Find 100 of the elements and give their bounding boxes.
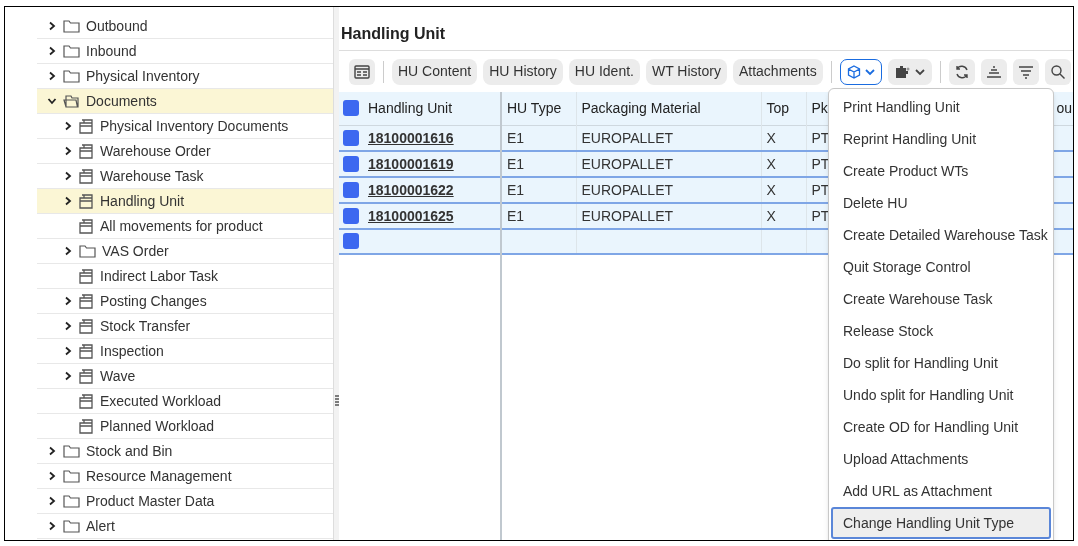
sort-button[interactable]	[980, 58, 1007, 85]
menu-item[interactable]: Change Handling Unit Type	[831, 507, 1051, 539]
tray-icon	[79, 143, 94, 159]
folder-icon	[63, 19, 80, 33]
puzzle-menu-button[interactable]	[887, 58, 932, 85]
sort-icon	[985, 64, 1002, 79]
column-header[interactable]: Top	[766, 100, 790, 117]
tray-icon	[79, 118, 94, 134]
row-selector[interactable]	[343, 100, 359, 117]
tray-icon	[79, 268, 94, 284]
chevron-right-icon[interactable]	[63, 146, 73, 156]
chevron-right-icon[interactable]	[63, 346, 73, 356]
column-header[interactable]: HU Type	[507, 100, 562, 117]
chevron-right-icon[interactable]	[63, 321, 73, 331]
tray-icon	[79, 393, 94, 409]
layout-icon	[354, 64, 370, 79]
menu-item[interactable]: Create OD for Handling Unit	[831, 411, 1051, 443]
handling-unit-link[interactable]: 18100001616	[368, 129, 454, 146]
table-cell: E1	[507, 207, 525, 224]
chevron-right-icon[interactable]	[47, 471, 57, 481]
filter-button[interactable]	[1012, 58, 1039, 85]
menu-item[interactable]: Undo split for Handling Unit	[831, 379, 1051, 411]
chevron-right-icon[interactable]	[63, 371, 73, 381]
table-cell: E1	[507, 155, 525, 172]
table-cell: PT	[811, 129, 830, 146]
chevron-right-icon[interactable]	[47, 21, 57, 31]
column-header[interactable]: Pk	[811, 100, 828, 117]
toolbar-button[interactable]: WT History	[645, 58, 727, 85]
table-cell: PT	[811, 207, 830, 224]
caret-icon	[864, 67, 875, 76]
tree-item[interactable]: Documents	[37, 89, 333, 114]
folder-icon	[63, 69, 80, 83]
toolbar-button[interactable]: HU History	[483, 58, 563, 85]
caret-icon	[914, 67, 925, 76]
chevron-right-icon[interactable]	[47, 46, 57, 56]
handling-unit-link[interactable]: 18100001625	[368, 207, 454, 224]
puzzle-icon	[894, 64, 911, 79]
chevron-right-icon[interactable]	[63, 196, 73, 206]
folder-icon	[63, 519, 80, 533]
filter-icon	[1017, 64, 1034, 79]
chevron-right-icon[interactable]	[63, 171, 73, 181]
chevron-down-icon[interactable]	[47, 96, 57, 106]
handling-unit-link[interactable]: 18100001619	[368, 155, 454, 172]
panel-title: Handling Unit	[341, 24, 445, 44]
refresh-button[interactable]	[948, 58, 975, 85]
tray-icon	[79, 343, 94, 359]
table-cell: PT	[811, 155, 830, 172]
table-cell: EUROPALLET	[581, 207, 674, 224]
table-cell: X	[766, 181, 776, 198]
table-cell: E1	[507, 181, 525, 198]
folder-icon	[63, 444, 80, 458]
chevron-right-icon[interactable]	[63, 296, 73, 306]
folder-icon	[63, 469, 80, 483]
chevron-right-icon[interactable]	[47, 71, 57, 81]
layout-button[interactable]	[349, 58, 375, 85]
toolbar-button[interactable]: HU Content	[392, 58, 478, 85]
cube-menu-button[interactable]	[839, 58, 882, 85]
handling-unit-link[interactable]: 18100001622	[368, 181, 454, 198]
table-cell: X	[766, 129, 776, 146]
tray-icon	[79, 368, 94, 384]
tree-item[interactable]: Handling Unit	[37, 189, 333, 214]
menu-item[interactable]: Create Warehouse Task	[831, 283, 1051, 315]
row-selector[interactable]	[343, 155, 359, 172]
column-header[interactable]: ou	[1056, 100, 1073, 117]
table-cell: PT	[811, 181, 830, 198]
toolbar-button[interactable]: HU Ident.	[568, 58, 640, 85]
table-cell: EUROPALLET	[581, 181, 674, 198]
chevron-right-icon[interactable]	[63, 246, 73, 256]
open-folder-icon	[63, 94, 80, 108]
cube-icon	[846, 64, 861, 79]
toolbar-button[interactable]: Attachments	[732, 58, 823, 85]
row-selector[interactable]	[343, 181, 359, 198]
column-header[interactable]: Packaging Material	[581, 100, 701, 117]
table-cell: EUROPALLET	[581, 129, 674, 146]
tray-icon	[79, 318, 94, 334]
folder-icon	[63, 44, 80, 58]
chevron-right-icon[interactable]	[47, 496, 57, 506]
table-cell: EUROPALLET	[581, 155, 674, 172]
folder-icon	[79, 244, 96, 258]
menu-item[interactable]: Do split for Handling Unit	[831, 347, 1051, 379]
tray-icon	[79, 218, 94, 234]
menu-item[interactable]: Upload Attachments	[831, 443, 1051, 475]
row-selector[interactable]	[343, 129, 359, 146]
chevron-right-icon[interactable]	[47, 521, 57, 531]
menu-item[interactable]: Add URL as Attachment	[831, 475, 1051, 507]
splitter-grip-icon[interactable]	[334, 395, 339, 407]
chevron-right-icon[interactable]	[47, 446, 57, 456]
table-cell: X	[766, 155, 776, 172]
menu-item[interactable]: Release Stock	[831, 315, 1051, 347]
menu-item[interactable]: Quit Storage Control	[831, 251, 1051, 283]
tray-icon	[79, 168, 94, 184]
column-header[interactable]: Handling Unit	[368, 100, 453, 117]
row-selector[interactable]	[343, 207, 359, 224]
refresh-icon	[953, 63, 970, 80]
search-icon	[1049, 63, 1066, 80]
search-button[interactable]	[1044, 58, 1071, 85]
chevron-right-icon[interactable]	[63, 121, 73, 131]
table-cell: X	[766, 207, 776, 224]
tray-icon	[79, 293, 94, 309]
menu-item[interactable]: Print Handling Unit	[831, 91, 1051, 123]
